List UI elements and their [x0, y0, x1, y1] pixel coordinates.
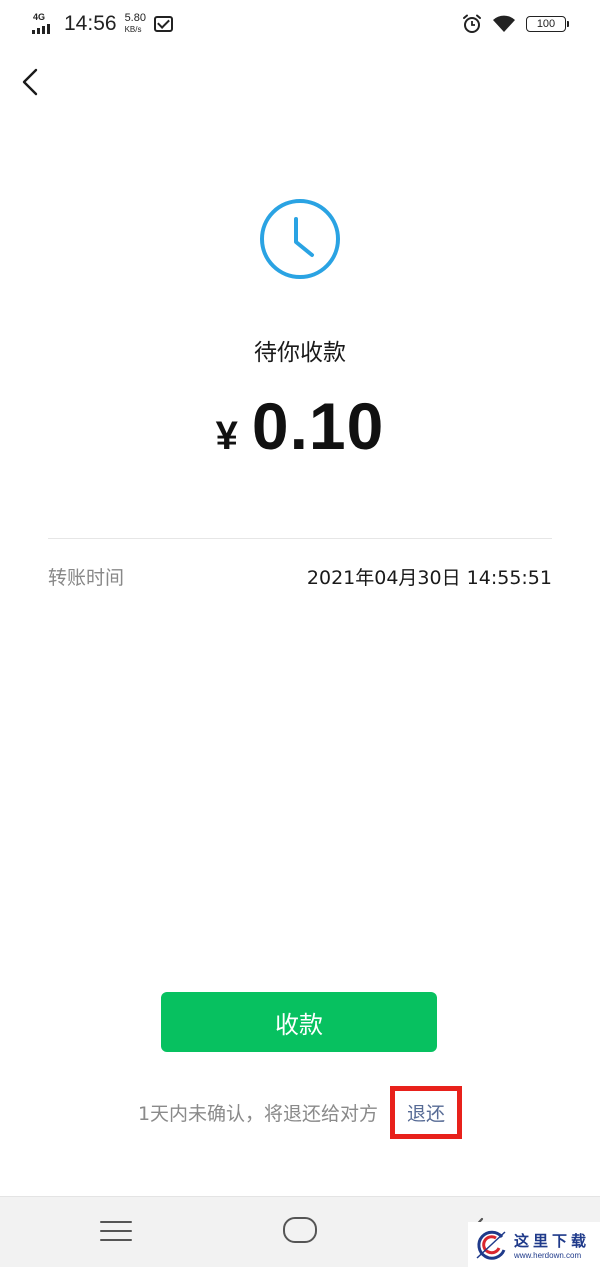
watermark-en: www.herdown.com	[514, 1250, 582, 1260]
alarm-icon	[463, 14, 481, 33]
refund-note: 1天内未确认，将退还给对方 退还	[0, 1086, 600, 1139]
receive-button[interactable]: 收款	[161, 992, 437, 1052]
divider	[48, 538, 552, 539]
network-type: 4G	[33, 12, 46, 22]
transfer-amount: ¥ 0.10	[0, 388, 600, 464]
status-bar-left: 4G 14:56 5.80 KB/s	[32, 8, 173, 40]
watermark-text: 这里下载 www.herdown.com	[514, 1230, 590, 1260]
chevron-left-icon	[22, 68, 38, 96]
status-bar-right: 100	[462, 10, 569, 38]
amount-value: 0.10	[251, 389, 385, 463]
battery-icon: 100	[526, 16, 569, 32]
signal-icon: 4G	[32, 12, 56, 36]
payment-status-text: 待你收款	[254, 340, 346, 366]
status-bar: 4G 14:56 5.80 KB/s 100	[0, 0, 600, 48]
battery-level: 100	[536, 18, 556, 30]
network-speed-value: 5.80	[124, 12, 146, 24]
menu-icon[interactable]	[100, 1221, 132, 1245]
clock-icon	[260, 199, 340, 279]
transfer-time-row: 转账时间 2021年04月30日 14:55:51	[48, 560, 552, 592]
status-time: 14:56	[64, 12, 117, 35]
home-icon[interactable]	[283, 1217, 317, 1243]
watermark-cn: 这里下载	[514, 1231, 591, 1250]
transfer-time-label: 转账时间	[48, 566, 125, 589]
currency-symbol: ¥	[215, 414, 238, 458]
watermark-logo-icon	[476, 1230, 506, 1260]
network-speed: 5.80 KB/s	[125, 13, 146, 35]
wifi-icon	[493, 15, 515, 32]
watermark: 这里下载 www.herdown.com	[468, 1222, 600, 1267]
transfer-time-value: 2021年04月30日 14:55:51	[306, 566, 552, 589]
refund-note-text: 1天内未确认，将退还给对方	[137, 1103, 379, 1125]
network-speed-unit: KB/s	[124, 25, 142, 34]
back-button[interactable]	[14, 62, 50, 102]
mail-icon	[153, 16, 173, 32]
refund-link[interactable]: 退还	[390, 1086, 463, 1139]
